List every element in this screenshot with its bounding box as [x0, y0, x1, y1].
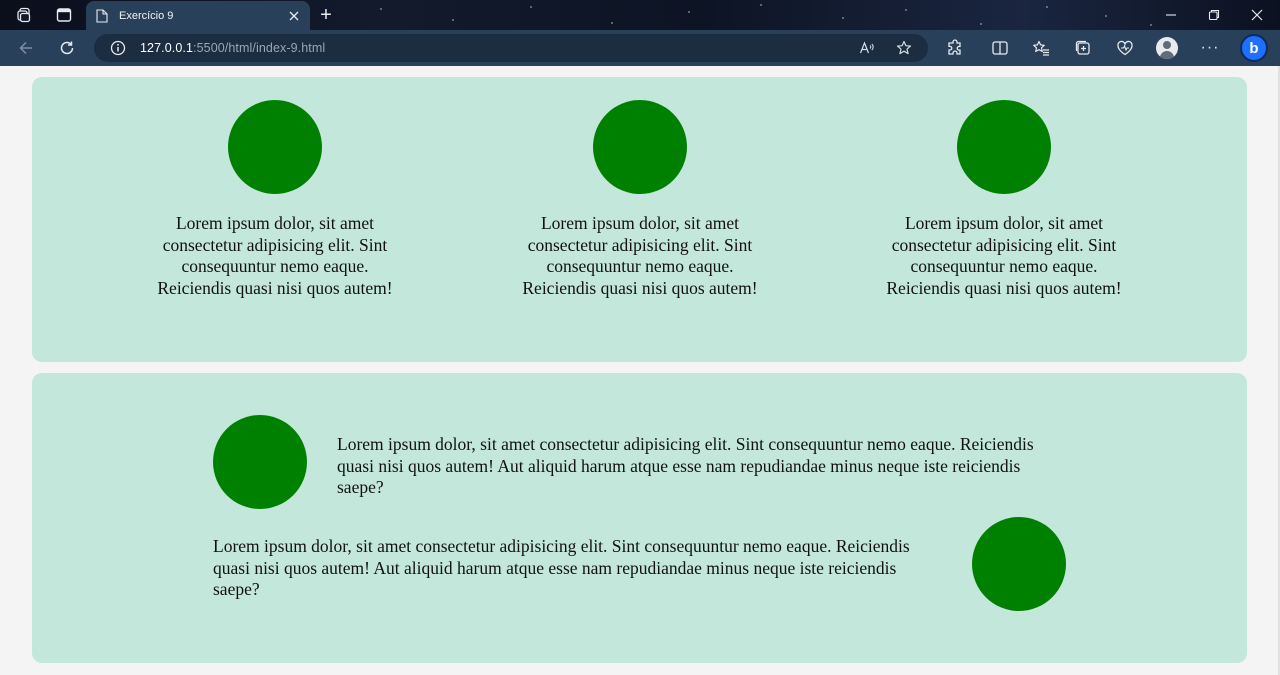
collections-icon[interactable]	[1074, 39, 1092, 57]
close-tab-icon[interactable]	[286, 8, 302, 24]
background-star	[1150, 24, 1152, 26]
copilot-icon[interactable]: b	[1240, 34, 1268, 62]
extensions-icon[interactable]	[946, 39, 964, 57]
close-window-icon[interactable]	[1248, 6, 1266, 24]
url-text: 127.0.0.1:5500/html/index-9.html	[140, 41, 325, 55]
url-path: :5500/html/index-9.html	[193, 41, 326, 55]
browser-toolbar: 127.0.0.1:5500/html/index-9.html ··· b	[0, 30, 1280, 66]
refresh-icon[interactable]	[57, 38, 77, 58]
split-screen-icon[interactable]	[991, 39, 1009, 57]
green-circle	[957, 100, 1051, 194]
favorite-star-icon[interactable]	[896, 40, 912, 56]
new-tab-icon[interactable]: +	[316, 5, 336, 25]
read-aloud-icon[interactable]	[859, 40, 875, 56]
browser-essentials-icon[interactable]	[1116, 39, 1134, 57]
column-text: Lorem ipsum dolor, sit amet consectetur …	[522, 213, 758, 298]
address-bar[interactable]: 127.0.0.1:5500/html/index-9.html	[94, 34, 928, 62]
tab-exercicio-9[interactable]: Exercício 9	[86, 1, 310, 31]
background-star	[1105, 15, 1107, 17]
green-circle	[593, 100, 687, 194]
site-info-icon[interactable]	[110, 40, 126, 56]
minimize-icon[interactable]	[1162, 6, 1180, 24]
page-icon	[96, 9, 108, 23]
back-icon[interactable]	[16, 38, 36, 58]
top-panel: Lorem ipsum dolor, sit amet consectetur …	[32, 77, 1247, 362]
browser-titlebar: Exercício 9 +	[0, 0, 1280, 31]
background-star	[842, 17, 844, 19]
green-circle	[972, 517, 1066, 611]
background-star	[380, 8, 382, 10]
avatar-body	[1160, 51, 1174, 59]
url-host: 127.0.0.1	[140, 41, 194, 55]
tab-title: Exercício 9	[119, 10, 174, 22]
more-menu-icon[interactable]: ···	[1200, 39, 1220, 57]
column-text: Lorem ipsum dolor, sit amet consectetur …	[157, 213, 393, 298]
background-star	[760, 4, 762, 6]
restore-icon[interactable]	[1205, 6, 1223, 24]
bottom-panel: Lorem ipsum dolor, sit amet consectetur …	[32, 373, 1247, 663]
green-circle	[213, 415, 307, 509]
background-star	[905, 9, 907, 11]
profile-avatar[interactable]	[1156, 37, 1178, 59]
background-star	[980, 23, 982, 25]
row-text: Lorem ipsum dolor, sit amet consectetur …	[213, 536, 910, 599]
background-star	[688, 11, 690, 13]
tab-actions-icon[interactable]	[56, 7, 72, 23]
background-star	[1046, 6, 1048, 8]
workspaces-icon[interactable]	[16, 7, 32, 23]
page-viewport: Lorem ipsum dolor, sit amet consectetur …	[0, 66, 1280, 675]
favorites-icon[interactable]	[1032, 39, 1050, 57]
green-circle	[228, 100, 322, 194]
background-star	[530, 6, 532, 8]
background-star	[611, 22, 613, 24]
avatar-head	[1163, 41, 1171, 49]
background-star	[452, 19, 454, 21]
row-text: Lorem ipsum dolor, sit amet consectetur …	[337, 434, 1034, 497]
column-text: Lorem ipsum dolor, sit amet consectetur …	[886, 213, 1122, 298]
